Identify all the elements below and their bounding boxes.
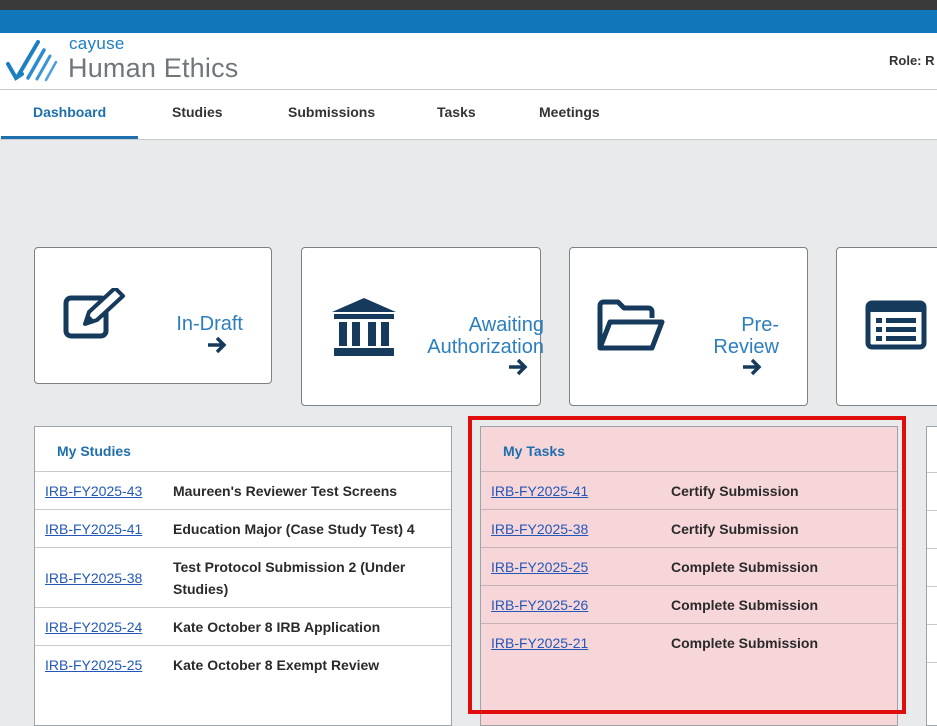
list-icon <box>865 300 927 350</box>
divider <box>927 662 937 663</box>
brand-name: cayuse <box>69 34 125 53</box>
institution-icon <box>332 298 396 356</box>
tab-dashboard[interactable]: Dashboard <box>1 90 139 139</box>
divider <box>927 510 937 511</box>
divider <box>927 624 937 625</box>
study-title: Maureen's Reviewer Test Screens <box>173 483 398 499</box>
divider <box>927 548 937 549</box>
tab-meetings[interactable]: Meetings <box>539 90 600 139</box>
study-link[interactable]: IRB-FY2025-38 <box>45 570 142 586</box>
study-link[interactable]: IRB-FY2025-41 <box>45 521 142 537</box>
edit-icon <box>63 288 125 339</box>
study-link[interactable]: IRB-FY2025-25 <box>45 657 142 673</box>
card-label-awaiting: Awaiting Authorization <box>427 314 544 358</box>
arrow-right-icon <box>509 358 528 376</box>
study-title: Education Major (Case Study Test) 4 <box>173 521 415 537</box>
divider <box>927 472 937 473</box>
study-title: Kate October 8 IRB Application <box>173 619 381 635</box>
tab-tasks[interactable]: Tasks <box>437 90 476 139</box>
study-title-line1: Test Protocol Submission 2 (Under <box>173 559 406 575</box>
card-label-pre-review: Pre- Review <box>713 314 779 358</box>
my-studies-panel: My Studies IRB-FY2025-43 Maureen's Revie… <box>34 426 452 726</box>
card-awaiting-authorization[interactable]: Awaiting Authorization <box>301 247 544 406</box>
product-name: Human Ethics <box>68 53 239 83</box>
third-panel-edge <box>926 426 937 726</box>
table-row: IRB-FY2025-41 Education Major (Case Stud… <box>35 510 451 548</box>
folder-icon <box>597 299 665 351</box>
table-row: IRB-FY2025-25 Kate October 8 Exempt Revi… <box>35 646 451 684</box>
arrow-right-icon <box>743 358 762 376</box>
card-label-in-draft: In-Draft <box>176 313 243 335</box>
study-title-line2: Studies) <box>173 581 229 597</box>
tab-submissions[interactable]: Submissions <box>288 90 375 139</box>
card-label-line1: Pre- <box>741 314 779 336</box>
card-label-line1: Awaiting <box>468 314 544 336</box>
role-label: Role: R <box>889 53 935 68</box>
tab-studies[interactable]: Studies <box>172 90 223 139</box>
os-title-bar <box>0 0 937 10</box>
arrow-right-icon <box>208 336 227 354</box>
main-nav: Dashboard Studies Submissions Tasks Meet… <box>0 89 937 140</box>
panel-title: My Studies <box>35 427 451 472</box>
divider <box>927 586 937 587</box>
card-label-line2: Review <box>713 336 779 358</box>
study-title: Kate October 8 Exempt Review <box>173 657 380 673</box>
study-title: Test Protocol Submission 2 (Under Studie… <box>173 556 405 600</box>
card-list[interactable] <box>836 247 937 406</box>
highlight-box <box>468 416 906 714</box>
card-in-draft[interactable]: In-Draft <box>34 247 272 384</box>
table-row: IRB-FY2025-43 Maureen's Reviewer Test Sc… <box>35 472 451 510</box>
study-link[interactable]: IRB-FY2025-24 <box>45 619 142 635</box>
card-pre-review[interactable]: Pre- Review <box>569 247 808 406</box>
app-top-bar <box>0 10 937 33</box>
cayuse-logo-icon <box>6 40 58 82</box>
study-link[interactable]: IRB-FY2025-43 <box>45 483 142 499</box>
table-row: IRB-FY2025-38 Test Protocol Submission 2… <box>35 548 451 608</box>
table-row: IRB-FY2025-24 Kate October 8 IRB Applica… <box>35 608 451 646</box>
card-label-line2: Authorization <box>427 336 544 358</box>
